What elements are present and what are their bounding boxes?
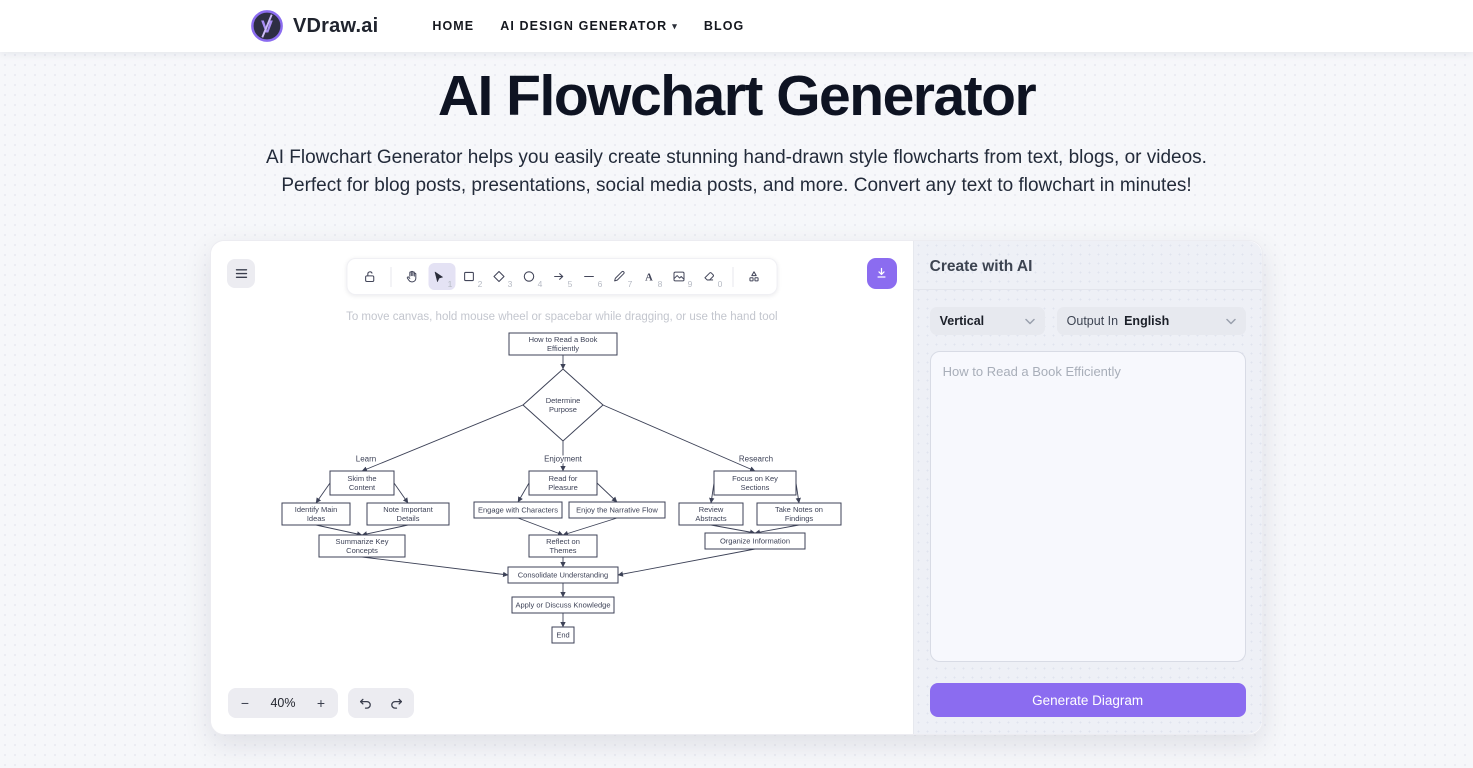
svg-text:Take Notes on: Take Notes on	[775, 505, 823, 514]
svg-text:Details: Details	[397, 514, 420, 523]
svg-text:Findings: Findings	[785, 514, 814, 523]
svg-text:Apply or Discuss Knowledge: Apply or Discuss Knowledge	[515, 601, 610, 610]
chevron-down-icon	[1025, 318, 1035, 325]
zoom-level: 40%	[270, 696, 295, 710]
history-controls	[348, 688, 414, 718]
direction-select[interactable]: Vertical	[930, 307, 1045, 335]
svg-text:Read for: Read for	[549, 474, 578, 483]
svg-text:Enjoy the Narrative Flow: Enjoy the Narrative Flow	[576, 506, 658, 515]
generate-diagram-button[interactable]: Generate Diagram	[930, 683, 1246, 717]
nav-item-ai-design-generator[interactable]: AI DESIGN GENERATOR ▾	[500, 19, 678, 33]
svg-text:Identify Main: Identify Main	[295, 505, 338, 514]
svg-text:Skim the: Skim the	[347, 474, 376, 483]
zoom-in-button[interactable]: +	[308, 690, 334, 716]
nav-menu: HOME AI DESIGN GENERATOR ▾ BLOG	[432, 19, 744, 33]
prompt-input[interactable]	[930, 351, 1246, 662]
svg-text:Determine: Determine	[546, 396, 581, 405]
svg-text:Ideas: Ideas	[307, 514, 326, 523]
chevron-down-icon	[1226, 318, 1236, 325]
svg-text:Consolidate Understanding: Consolidate Understanding	[518, 571, 608, 580]
svg-text:Note Important: Note Important	[383, 505, 434, 514]
top-nav: V VDraw.ai HOME AI DESIGN GENERATOR ▾ BL…	[0, 0, 1473, 52]
chevron-down-icon: ▾	[672, 21, 678, 32]
flowchart-drawing: How to Read a BookEfficiently DeterminePu…	[211, 241, 913, 734]
svg-text:Themes: Themes	[549, 546, 576, 555]
svg-text:End: End	[556, 631, 569, 640]
redo-icon	[389, 696, 404, 711]
svg-text:Learn: Learn	[356, 455, 376, 464]
redo-button[interactable]	[383, 690, 409, 716]
nav-item-blog[interactable]: BLOG	[704, 19, 745, 33]
svg-text:Efficiently: Efficiently	[547, 344, 579, 353]
svg-text:Content: Content	[349, 483, 376, 492]
undo-button[interactable]	[353, 690, 379, 716]
svg-text:Focus on Key: Focus on Key	[732, 474, 778, 483]
svg-text:How to Read a Book: How to Read a Book	[529, 335, 598, 344]
language-select[interactable]: Output In English	[1057, 307, 1246, 335]
vdraw-logo-icon: V	[250, 9, 284, 43]
nav-item-home[interactable]: HOME	[432, 19, 474, 33]
svg-text:Engage with Characters: Engage with Characters	[478, 506, 558, 515]
zoom-out-button[interactable]: −	[232, 690, 258, 716]
hero: AI Flowchart Generator AI Flowchart Gene…	[0, 64, 1473, 200]
svg-text:Organize Information: Organize Information	[720, 537, 790, 546]
brand[interactable]: V VDraw.ai	[250, 9, 378, 43]
app-card: 1 2 3 4	[210, 240, 1263, 735]
svg-text:Review: Review	[699, 505, 724, 514]
svg-text:Enjoyment: Enjoyment	[544, 455, 583, 464]
create-with-ai-panel: Create with AI Vertical Output In Englis…	[913, 241, 1262, 734]
page: V VDraw.ai HOME AI DESIGN GENERATOR ▾ BL…	[0, 0, 1473, 768]
svg-text:Summarize Key: Summarize Key	[336, 537, 389, 546]
svg-text:Purpose: Purpose	[549, 405, 577, 414]
svg-text:Research: Research	[739, 455, 773, 464]
panel-title: Create with AI	[914, 241, 1262, 290]
brand-name: VDraw.ai	[293, 15, 378, 38]
svg-text:Pleasure: Pleasure	[548, 483, 578, 492]
drawing-canvas[interactable]: 1 2 3 4	[211, 241, 913, 734]
zoom-controls: − 40% +	[228, 688, 338, 718]
svg-text:Concepts: Concepts	[346, 546, 378, 555]
undo-icon	[358, 696, 373, 711]
panel-controls: Vertical Output In English	[930, 307, 1246, 335]
svg-text:Sections: Sections	[741, 483, 770, 492]
svg-text:Abstracts: Abstracts	[695, 514, 727, 523]
svg-text:Reflect on: Reflect on	[546, 537, 580, 546]
page-subtitle: AI Flowchart Generator helps you easily …	[0, 144, 1473, 200]
page-title: AI Flowchart Generator	[0, 64, 1473, 130]
